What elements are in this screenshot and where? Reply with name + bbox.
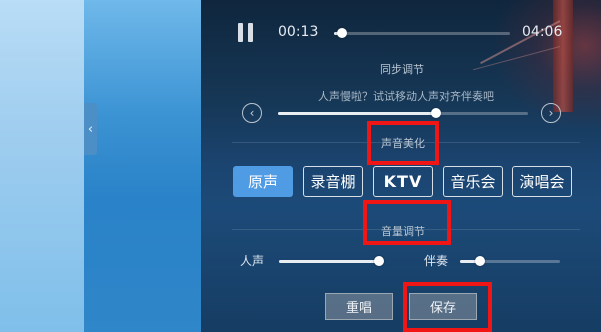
accompaniment-volume-handle[interactable]	[475, 256, 485, 266]
resing-button[interactable]: 重唱	[325, 293, 393, 320]
accompaniment-volume-label: 伴奏	[424, 254, 449, 268]
chevron-left-icon: ‹	[87, 121, 94, 137]
collapse-panel-button[interactable]: ‹	[84, 103, 97, 155]
sync-offset-slider[interactable]	[278, 108, 528, 118]
vocal-volume-fill	[279, 260, 379, 263]
sync-title: 同步调节	[380, 63, 424, 76]
pause-button[interactable]	[238, 23, 254, 42]
vocal-volume-handle[interactable]	[374, 256, 384, 266]
sync-right-button[interactable]: ›	[541, 103, 561, 123]
pause-icon	[238, 23, 243, 42]
background-left	[0, 0, 84, 332]
total-time: 04:06	[522, 24, 563, 40]
mode-button-studio[interactable]: 录音棚	[303, 166, 363, 197]
sync-offset-fill	[278, 112, 436, 115]
beautify-title: 声音美化	[381, 137, 425, 150]
vocal-volume-slider[interactable]	[279, 256, 384, 266]
sync-offset-handle[interactable]	[430, 108, 441, 118]
vocal-volume-label: 人声	[240, 254, 265, 268]
volume-title: 音量调节	[381, 225, 425, 238]
save-button[interactable]: 保存	[409, 293, 477, 320]
chevron-left-icon: ‹	[249, 106, 255, 120]
sync-left-button[interactable]: ‹	[242, 103, 262, 123]
mode-button-live-concert[interactable]: 演唱会	[512, 166, 572, 197]
current-time: 00:13	[278, 24, 319, 40]
chevron-right-icon: ›	[548, 106, 554, 120]
sync-hint: 人声慢啦？试试移动人声对齐伴奏吧	[318, 90, 494, 103]
background-middle	[84, 0, 201, 332]
bridge-tower-decor	[553, 0, 573, 112]
accompaniment-volume-slider[interactable]	[460, 256, 560, 266]
playback-progress-bar[interactable]	[334, 28, 510, 38]
mode-button-concert-hall[interactable]: 音乐会	[443, 166, 503, 197]
mode-button-ktv[interactable]: KTV	[373, 166, 433, 197]
mode-button-original[interactable]: 原声	[233, 166, 293, 197]
